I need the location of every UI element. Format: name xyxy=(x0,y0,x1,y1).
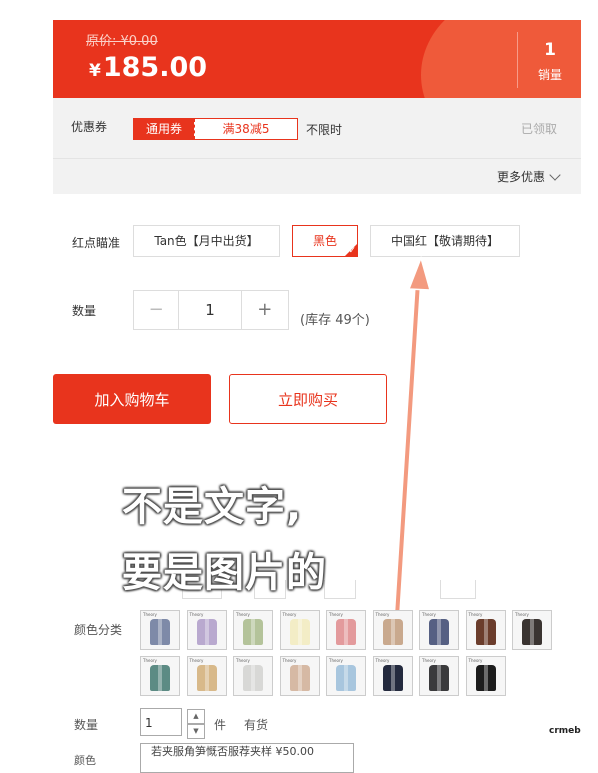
jacket-image xyxy=(150,619,170,645)
checkmark-icon: ✓ xyxy=(348,246,356,256)
color-swatch[interactable]: Theory xyxy=(419,656,459,696)
jacket-image xyxy=(150,665,170,691)
watermark-logo: crmeb xyxy=(549,726,581,736)
coupon-section: 优惠券 通用券 满38减5 不限时 已领取 更多优惠 xyxy=(53,98,581,194)
jacket-image xyxy=(196,665,217,691)
coupon-claimed-status[interactable]: 已领取 xyxy=(521,120,557,137)
swatch-brand-text: Theory xyxy=(468,612,483,617)
swatch-brand-text: Theory xyxy=(236,612,250,617)
partial-select-value: 若夹服角笋慨否服荐夹样 ¥50.00 xyxy=(151,745,314,758)
swatch-brand-text: Theory xyxy=(282,658,297,663)
jacket-image xyxy=(289,665,310,691)
swatch-brand-text: Theory xyxy=(143,612,157,617)
coupon-limit: 不限时 xyxy=(306,123,343,137)
annotation-line-1: 不是文字, xyxy=(122,484,303,530)
annotation-line-2: 要是图片的 xyxy=(122,550,327,596)
jacket-image xyxy=(522,619,542,645)
jacket-image xyxy=(475,665,496,691)
lower-quantity-input[interactable]: 1 xyxy=(140,708,182,736)
current-price: ¥185.00 xyxy=(89,52,207,83)
color-swatch[interactable]: Theory xyxy=(233,610,273,650)
coupon-rule: 满38减5 xyxy=(194,119,297,139)
jacket-image xyxy=(382,665,403,691)
sales-box: 1 销量 xyxy=(517,32,581,88)
quantity-stepper: − 1 + xyxy=(133,290,289,330)
jacket-image xyxy=(243,665,263,691)
swatch-brand-text: Theory xyxy=(468,658,483,663)
color-swatch[interactable]: Theory xyxy=(279,656,320,696)
swatch-brand-text: Theory xyxy=(282,612,297,617)
color-swatch[interactable]: Theory xyxy=(465,656,506,696)
swatch-brand-text: Theory xyxy=(375,612,390,617)
lower-quantity-label: 数量 xyxy=(74,718,99,732)
stock-text: (库存 49个) xyxy=(300,313,370,328)
quantity-label: 数量 xyxy=(72,304,97,318)
spin-down-icon[interactable]: ▼ xyxy=(187,724,205,739)
jacket-image xyxy=(336,665,356,691)
swatch-brand-text: Theory xyxy=(329,658,343,663)
swatch-brand-text: Theory xyxy=(189,612,204,617)
spec-option-red[interactable]: 中国红【敬请期待】 xyxy=(370,225,520,257)
jacket-image xyxy=(429,665,449,691)
availability-label: 有货 xyxy=(244,718,269,732)
spec-option-black-label: 黑色 xyxy=(312,234,337,248)
quantity-increase-button[interactable]: + xyxy=(240,291,288,329)
sales-count: 1 xyxy=(544,40,556,60)
swatch-brand-text: Theory xyxy=(329,612,343,617)
price-value: 185.00 xyxy=(102,52,208,83)
swatch-brand-text: Theory xyxy=(422,612,436,617)
color-swatch[interactable]: Theory xyxy=(279,610,320,650)
jacket-image xyxy=(289,619,310,645)
coupon-divider xyxy=(53,158,581,159)
chevron-down-icon xyxy=(549,168,561,181)
coupon-tag[interactable]: 通用券 满38减5 xyxy=(133,118,298,140)
swatch-brand-text: Theory xyxy=(189,658,204,663)
spin-up-icon[interactable]: ▲ xyxy=(187,709,205,724)
color-swatch[interactable]: Theory xyxy=(465,610,506,650)
spec-option-tan[interactable]: Tan色【月中出货】 xyxy=(133,225,280,257)
swatch-brand-text: Theory xyxy=(515,612,529,617)
swatch-brand-text: Theory xyxy=(422,658,436,663)
color-swatch[interactable]: Theory xyxy=(140,610,180,650)
color-swatch[interactable]: Theory xyxy=(326,610,366,650)
add-to-cart-button[interactable]: 加入购物车 xyxy=(53,374,211,424)
buy-now-button[interactable]: 立即购买 xyxy=(229,374,387,424)
faint-box xyxy=(440,580,476,599)
coupon-type: 通用券 xyxy=(134,119,194,139)
color-swatch[interactable]: Theory xyxy=(372,656,413,696)
swatch-brand-text: Theory xyxy=(236,658,250,663)
color-swatch[interactable]: Theory xyxy=(326,656,366,696)
color-swatch[interactable]: Theory xyxy=(512,610,552,650)
original-price: 原价: ¥0.00 xyxy=(86,34,158,49)
quantity-input[interactable]: 1 xyxy=(179,291,240,329)
partial-row-label: 颜色 xyxy=(74,754,96,767)
jacket-image xyxy=(429,619,449,645)
spec-option-black[interactable]: 黑色 ✓ xyxy=(292,225,358,257)
faint-box xyxy=(324,580,356,599)
more-offers-link[interactable]: 更多优惠 xyxy=(496,168,561,185)
jacket-image xyxy=(475,619,496,645)
unit-label: 件 xyxy=(214,718,227,732)
swatch-brand-text: Theory xyxy=(143,658,157,663)
jacket-image xyxy=(196,619,217,645)
jacket-image xyxy=(243,619,263,645)
color-swatch[interactable]: Theory xyxy=(186,610,227,650)
color-swatch[interactable]: Theory xyxy=(140,656,180,696)
swatch-brand-text: Theory xyxy=(375,658,390,663)
coupon-label: 优惠券 xyxy=(71,120,108,134)
more-offers-label: 更多优惠 xyxy=(496,170,545,184)
currency-symbol: ¥ xyxy=(89,61,101,81)
color-swatch[interactable]: Theory xyxy=(372,610,413,650)
color-swatch[interactable]: Theory xyxy=(233,656,273,696)
jacket-image xyxy=(382,619,403,645)
jacket-image xyxy=(336,619,356,645)
color-swatch[interactable]: Theory xyxy=(419,610,459,650)
sales-label: 销量 xyxy=(537,68,562,82)
partial-select[interactable]: 若夹服角笋慨否服荐夹样 ¥50.00 xyxy=(140,743,354,773)
price-banner: 原价: ¥0.00 ¥185.00 1 销量 xyxy=(53,20,581,98)
color-category-label: 颜色分类 xyxy=(74,623,123,637)
quantity-decrease-button[interactable]: − xyxy=(134,291,180,329)
color-swatch[interactable]: Theory xyxy=(186,656,227,696)
spec-label: 红点瞄准 xyxy=(72,236,121,250)
